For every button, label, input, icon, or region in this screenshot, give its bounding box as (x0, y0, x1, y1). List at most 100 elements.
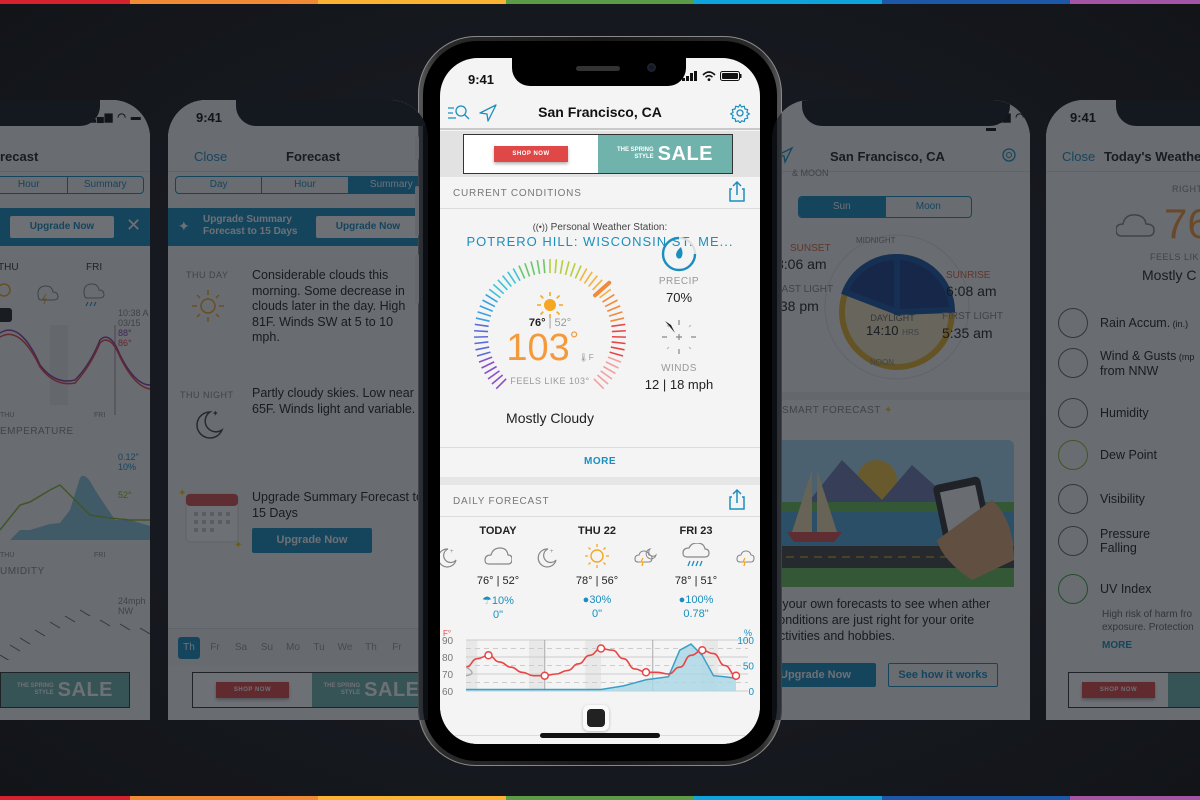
detail-item[interactable]: Visibility (1058, 484, 1145, 514)
share-icon[interactable] (728, 180, 746, 202)
promo-text: Upgrade Summary Forecast to 15 Days (252, 490, 423, 520)
moon-icon (0, 308, 12, 322)
stripe-segment (1070, 0, 1200, 4)
ad-banner[interactable]: THE SPRING STYLE SALE (0, 672, 130, 708)
feels-like-label: FEELS LIK (1150, 252, 1200, 262)
screen-title: recast (0, 149, 39, 164)
forecast-day-today[interactable]: TODAY 76° | 52° ☂10% 0" (458, 525, 538, 621)
forecast-day-fri[interactable]: FRI 23 78° | 51° ●100% 0.78" (656, 525, 736, 620)
share-icon[interactable] (728, 488, 746, 510)
gauge-tick (512, 268, 521, 282)
thermometer-icon: 🌡 (578, 353, 589, 362)
ytick-left: 70 (442, 670, 454, 681)
stripe-segment (882, 796, 1070, 800)
rain-icon (682, 543, 710, 567)
close-icon[interactable]: ✕ (126, 215, 141, 236)
day-tab[interactable]: Su (256, 637, 278, 659)
detail-item[interactable]: Wind & Gusts (mp from NNW (1058, 348, 1194, 378)
app-screen: 9:41 San Francisco, CA SHOP NOW THE SPRI… (440, 58, 760, 744)
tab-day[interactable]: Day (176, 177, 263, 193)
wind-arrows-graph (0, 609, 150, 660)
ad-row: SHOP NOW THE SPRING STYLE SALE (440, 131, 760, 177)
gauge-tick (554, 259, 558, 274)
detail-item[interactable]: Dew Point (1058, 440, 1157, 470)
forecast-day-thu[interactable]: THU 22 78° | 56° ●30% 0" (557, 525, 637, 620)
stripe-segment (130, 0, 318, 4)
entry-text: Partly cloudy skies. Low near 65F. Winds… (252, 386, 416, 416)
station-name[interactable]: POTRERO HILL: WISCONSIN ST. ME... (440, 234, 760, 249)
upgrade-now-button[interactable]: Upgrade Now (252, 528, 372, 553)
smart-forecast-illustration (772, 440, 1014, 587)
gauge-tick (588, 275, 599, 288)
sunrise-label: SUNRISE (946, 270, 991, 281)
upgrade-now-button[interactable]: Upgrade Now (316, 216, 420, 238)
upgrade-banner: ✦ Upgrade Summary Forecast to 15 Days Up… (168, 208, 428, 246)
day-label: THU (0, 262, 19, 273)
settings-gear-icon[interactable] (1000, 146, 1018, 164)
day-tab[interactable]: Tu (308, 637, 330, 659)
pressure-arrow-icon (1058, 526, 1088, 556)
location-title[interactable]: San Francisco, CA (440, 104, 760, 120)
daylight-label: DAYLIGHT (870, 313, 915, 323)
ad-banner[interactable]: SHOP NOW (1068, 672, 1200, 708)
day-tab[interactable]: Th (178, 637, 200, 659)
section-temperature: EMPERATURE (0, 426, 74, 437)
day-tab[interactable]: Th (360, 637, 382, 659)
sun-moon-toggle: Sun Moon (798, 196, 972, 218)
day-tab[interactable]: Fr (204, 637, 226, 659)
gauge-tick (559, 259, 564, 275)
ad-banner[interactable]: SHOP NOW THE SPRING STYLE SALE (463, 134, 733, 174)
detail-item[interactable]: Rain Accum. (in.) (1058, 308, 1188, 338)
station-label: Personal Weather Station: (550, 222, 668, 233)
ad-banner[interactable]: SHOP NOW THE SPRING STYLE SALE (192, 672, 428, 708)
moon-stars-icon: + (537, 548, 557, 568)
more-link[interactable]: MORE (1102, 640, 1132, 651)
thunder-moon-icon (736, 550, 755, 567)
shop-now-button[interactable]: SHOP NOW (494, 146, 568, 162)
moon-stars-icon: ✦ (196, 409, 224, 439)
svg-text:✦: ✦ (178, 488, 186, 499)
upgrade-now-button[interactable]: Upgrade Now (772, 663, 876, 687)
day-tab[interactable]: Sa (230, 637, 252, 659)
tab-segment: Day Hour Summary (175, 176, 428, 194)
day-tab[interactable]: Mo (282, 637, 304, 659)
tab-sun[interactable]: Sun (799, 197, 886, 217)
close-button[interactable]: Close (194, 149, 227, 164)
top-nav: San Francisco, CA (440, 98, 760, 130)
detail-item[interactable]: UV Index (1058, 574, 1151, 604)
sun-icon (585, 544, 609, 568)
tab-moon[interactable]: Moon (886, 197, 972, 217)
cloud-icon (1116, 214, 1155, 237)
svg-text:+: + (450, 549, 454, 555)
see-how-it-works-button[interactable]: See how it works (888, 663, 998, 687)
tab-hour[interactable]: Hour (262, 177, 349, 193)
daily-forecast-card: DAILY FORECAST + + TODAY 76° | 52° ☂10% … (440, 485, 760, 744)
ytick-left: 80 (442, 653, 454, 664)
close-button[interactable]: Close (1062, 149, 1095, 164)
tab-summary[interactable]: Summary (68, 177, 144, 193)
smart-forecast-text: d your own forecasts to see when ather c… (772, 597, 991, 643)
settings-gear-icon[interactable] (730, 103, 750, 123)
precip-label: PRECIP (658, 276, 700, 287)
gauge-tick (488, 288, 501, 299)
home-indicator[interactable] (540, 733, 660, 738)
gauge-tick (482, 299, 496, 308)
gauge-tick (497, 279, 508, 291)
volume-up-button (415, 186, 419, 236)
hourly-icons (0, 283, 105, 307)
entry-label: THU NIGHT (180, 390, 234, 400)
first-light-label: FIRST LIGHT (942, 311, 1003, 322)
stripe-segment (694, 0, 882, 4)
detail-item[interactable]: Humidity (1058, 398, 1149, 428)
day-tab-strip: Th Fr Sa Su Mo Tu We Th Fr (168, 628, 428, 666)
day-tab[interactable]: Fr (386, 637, 408, 659)
tab-hour[interactable]: Hour (0, 177, 68, 193)
upgrade-now-button[interactable]: Upgrade Now (10, 216, 114, 238)
moon-stars-icon: + (440, 548, 457, 568)
current-temp: 76 (1164, 200, 1200, 247)
moon-phase-badge[interactable] (583, 705, 609, 731)
section-humidity: UMIDITY (0, 566, 45, 577)
day-tab[interactable]: We (334, 637, 356, 659)
detail-item[interactable]: Pressure Falling (1058, 526, 1150, 556)
more-button[interactable]: MORE (440, 447, 760, 477)
